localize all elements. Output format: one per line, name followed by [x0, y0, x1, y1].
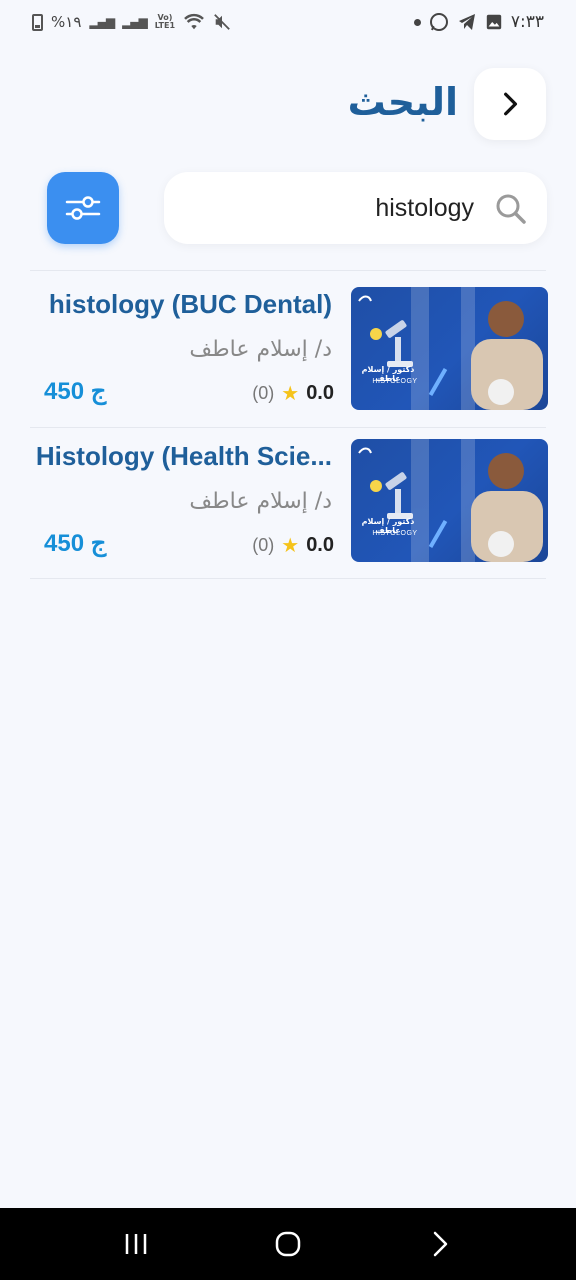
search-icon[interactable] [494, 192, 528, 226]
divider [30, 578, 546, 579]
home-button[interactable] [268, 1224, 308, 1264]
instructor-name: د/ إسلام عاطف [189, 337, 332, 362]
price: 450 ج [44, 530, 107, 557]
rating-value: 0.0 [306, 533, 334, 556]
divider [30, 270, 546, 271]
status-left: %١٩ ▂▄▆ ▂▄▆ Vo) LTE1 [32, 13, 231, 31]
notification-dot-icon [413, 18, 421, 26]
result-item[interactable]: دكتور / إسلام عاطف HISTOLOGY histology (… [30, 287, 548, 412]
thumbnail-subject-label: HISTOLOGY [372, 530, 418, 537]
thumbnail-subject-label: HISTOLOGY [372, 378, 418, 385]
navigation-bar [0, 1208, 576, 1280]
course-title[interactable]: histology (BUC Dental) [32, 289, 332, 320]
sliders-icon [65, 196, 101, 220]
back-nav-button[interactable] [420, 1224, 460, 1264]
page-title: البحث [347, 80, 458, 124]
clock: ٧:٣٣ [510, 12, 544, 32]
search-box[interactable] [164, 172, 547, 244]
home-icon [275, 1231, 301, 1257]
rating-row: (0) ★ 0.0 [238, 379, 334, 407]
course-thumbnail-art [358, 287, 543, 410]
back-button[interactable] [474, 68, 546, 140]
rating-count: (0) [252, 382, 275, 403]
battery-icon [32, 13, 43, 31]
recent-apps-button[interactable] [116, 1224, 156, 1264]
result-item[interactable]: دكتور / إسلام عاطف HISTOLOGY Histology (… [30, 439, 548, 564]
star-icon: ★ [281, 381, 300, 405]
status-bar: %١٩ ▂▄▆ ▂▄▆ Vo) LTE1 ٧:٣٣ [0, 0, 576, 44]
rating-row: (0) ★ 0.0 [238, 531, 334, 559]
chevron-right-icon [433, 1231, 448, 1257]
star-icon: ★ [281, 533, 300, 557]
course-thumbnail: دكتور / إسلام عاطف HISTOLOGY [351, 287, 548, 410]
wifi-icon [184, 13, 204, 30]
filter-button[interactable] [47, 172, 119, 244]
lte-label: LTE1 [154, 21, 176, 30]
course-title[interactable]: Histology (Health Scie... [32, 441, 332, 472]
telegram-icon [458, 14, 475, 30]
course-thumbnail: دكتور / إسلام عاطف HISTOLOGY [351, 439, 548, 562]
instructor-name: د/ إسلام عاطف [189, 489, 332, 514]
battery-percent: %١٩ [51, 13, 82, 31]
recent-apps-icon [125, 1234, 147, 1254]
price: 450 ج [44, 378, 107, 405]
status-right: ٧:٣٣ [413, 12, 544, 32]
lte-icon: Vo) LTE1 [154, 13, 176, 30]
chevron-right-icon [504, 92, 518, 116]
signal-icon: ▂▄▆ [89, 15, 115, 29]
mute-icon [214, 14, 230, 30]
rating-value: 0.0 [306, 381, 334, 404]
rating-count: (0) [252, 534, 275, 555]
gallery-icon [486, 14, 502, 30]
whatsapp-icon [429, 13, 448, 31]
search-input[interactable] [184, 186, 474, 230]
course-thumbnail-art [358, 439, 543, 562]
divider [30, 427, 546, 428]
signal-icon-2: ▂▄▆ [122, 15, 148, 29]
